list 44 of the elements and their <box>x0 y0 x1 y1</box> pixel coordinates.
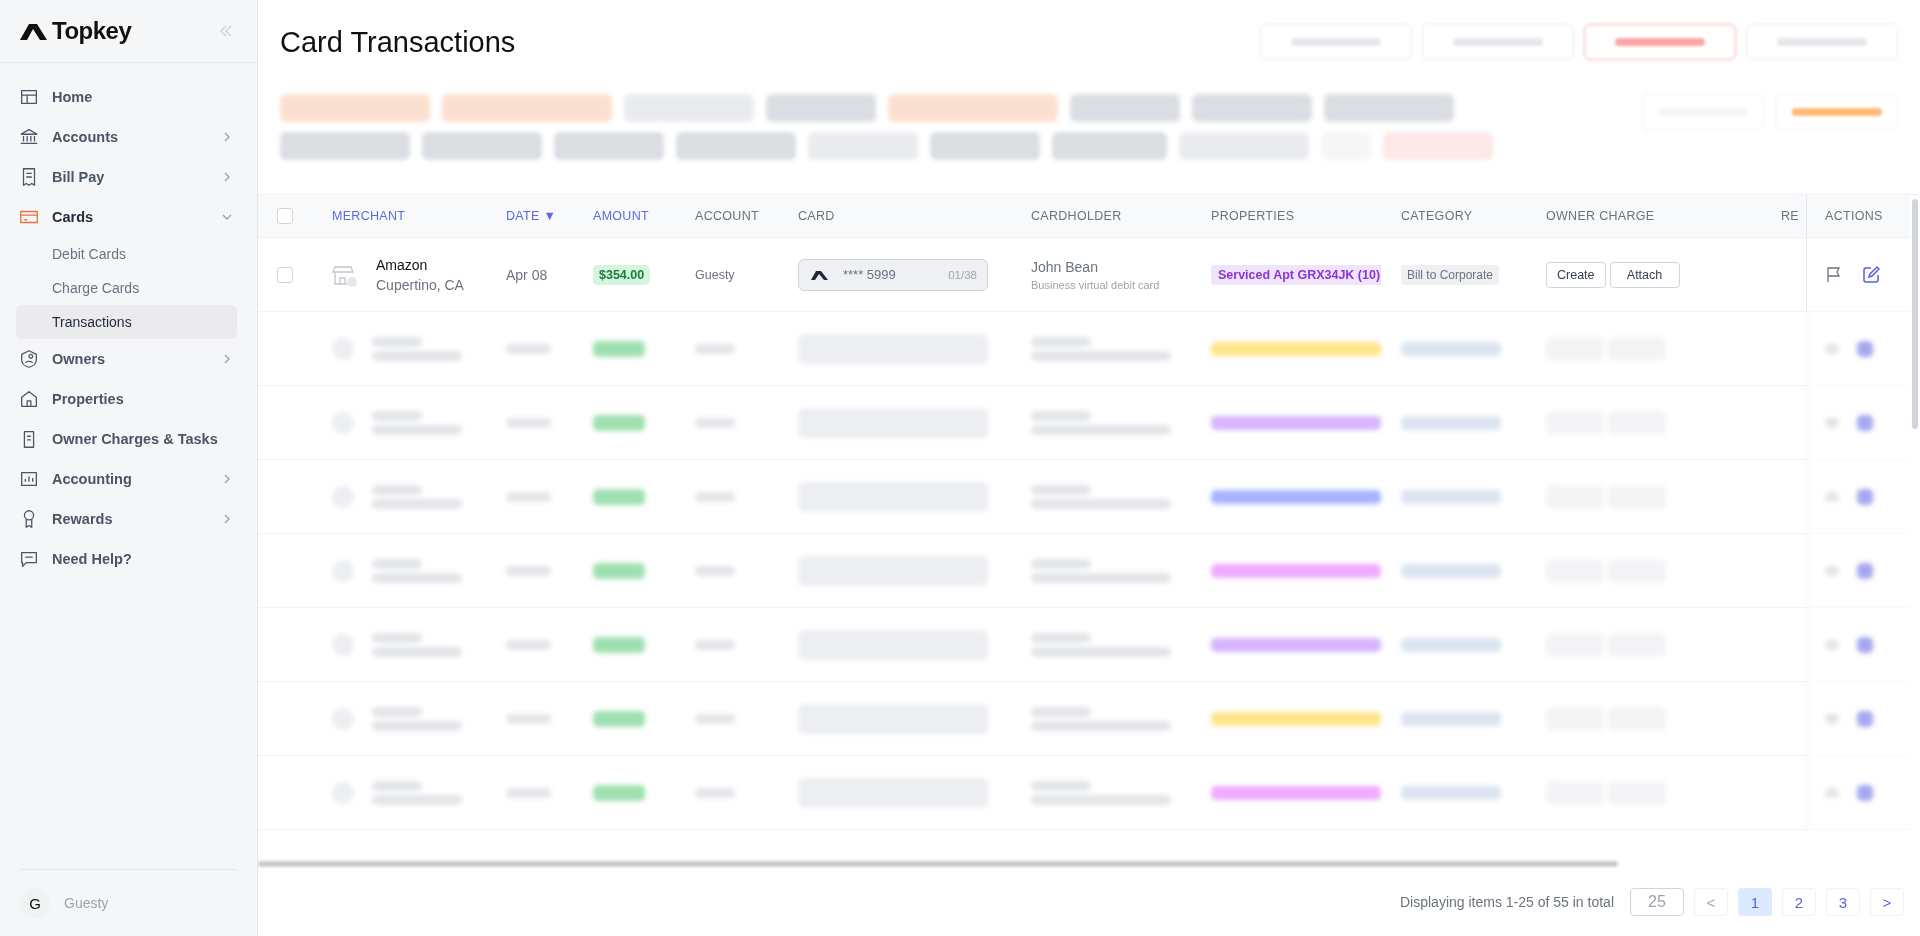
nav-subitem[interactable]: Debit Cards <box>16 237 237 271</box>
column-header[interactable]: RE <box>1761 195 1806 237</box>
column-header[interactable]: DATE ▼ <box>486 195 573 237</box>
column-header[interactable]: ACCOUNT <box>675 195 778 237</box>
next-page-button[interactable]: > <box>1870 888 1904 916</box>
column-header[interactable]: PROPERTIES <box>1191 195 1381 237</box>
amount-badge: $354.00 <box>593 264 651 285</box>
page-button[interactable]: 3 <box>1826 888 1860 916</box>
category-tag: Bill to Corporate <box>1401 264 1500 285</box>
column-header[interactable]: CARD <box>778 195 1011 237</box>
cardholder-name: John Bean <box>1031 258 1098 275</box>
nav-item[interactable]: Accounts <box>16 117 237 157</box>
column-header[interactable]: AMOUNT <box>573 195 675 237</box>
table-cell: Apr 08 <box>506 266 548 283</box>
nav-item[interactable]: Home <box>16 77 237 117</box>
table-cell: Guesty <box>695 267 735 282</box>
nav-item[interactable]: Rewards <box>16 499 237 539</box>
nav-item[interactable]: Owners <box>16 339 237 379</box>
owner-charge-button[interactable]: Attach <box>1609 261 1680 288</box>
card-chip[interactable]: **** 5999 01/38 <box>798 258 988 291</box>
page-button[interactable]: 1 <box>1738 888 1772 916</box>
nav-item[interactable]: Accounting <box>16 459 237 499</box>
avatar: G <box>20 888 50 918</box>
merchant-location: Cupertino, CA <box>376 276 464 293</box>
column-header[interactable]: CATEGORY <box>1381 195 1526 237</box>
column-header[interactable]: MERCHANT <box>312 195 486 237</box>
nav-item[interactable]: Need Help? <box>16 539 237 579</box>
nav-item[interactable]: Owner Charges & Tasks <box>16 419 237 459</box>
column-header[interactable]: OWNER CHARGE <box>1526 195 1761 237</box>
merchant-name: Amazon <box>376 256 428 273</box>
owner-charge-button[interactable]: Create <box>1546 261 1606 288</box>
logo-text: Topkey <box>52 17 132 45</box>
property-tag: Serviced Apt GRX34JK (10) <box>1211 264 1381 285</box>
nav-subitem[interactable]: Transactions <box>16 305 237 339</box>
page-title: Card Transactions <box>280 25 516 59</box>
nav-item[interactable]: Properties <box>16 379 237 419</box>
nav-item[interactable]: Bill Pay <box>16 157 237 197</box>
column-header[interactable]: CARDHOLDER <box>1011 195 1191 237</box>
nav-subitem[interactable]: Charge Cards <box>16 271 237 305</box>
nav-item[interactable]: Cards <box>16 197 237 237</box>
pagination-summary: Displaying items 1-25 of 55 in total <box>1400 894 1614 910</box>
page-button[interactable]: 2 <box>1782 888 1816 916</box>
card-type: Business virtual debit card <box>1031 278 1160 291</box>
page-size-field[interactable]: 25 <box>1630 888 1684 916</box>
